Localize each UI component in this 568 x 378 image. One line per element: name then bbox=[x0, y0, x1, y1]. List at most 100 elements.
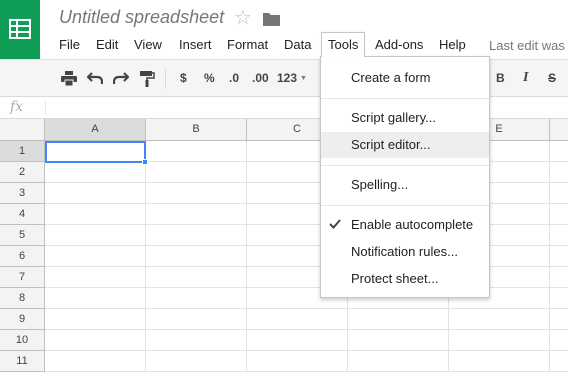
folder-icon[interactable] bbox=[263, 12, 280, 26]
decrease-decimal-button[interactable]: .0 bbox=[229, 70, 239, 86]
grid-cell[interactable] bbox=[550, 330, 568, 351]
undo-icon[interactable] bbox=[87, 71, 103, 85]
more-formats-label: 123 bbox=[277, 71, 298, 85]
menu-item-notification-rules[interactable]: Notification rules... bbox=[321, 239, 489, 265]
increase-decimal-button[interactable]: .00 bbox=[252, 70, 269, 86]
grid-cell[interactable] bbox=[550, 225, 568, 246]
redo-icon[interactable] bbox=[113, 71, 129, 85]
row-header-1[interactable]: 1 bbox=[0, 141, 45, 162]
print-icon[interactable] bbox=[61, 71, 77, 86]
grid-cell[interactable] bbox=[550, 246, 568, 267]
grid-cell[interactable] bbox=[449, 330, 550, 351]
fx-icon: fx bbox=[10, 99, 24, 115]
grid-cell[interactable] bbox=[550, 267, 568, 288]
grid-cell[interactable] bbox=[146, 309, 247, 330]
grid-cell[interactable] bbox=[45, 288, 146, 309]
currency-format-button[interactable]: $ bbox=[180, 70, 187, 86]
menu-bar: File Edit View Insert Format Data Tools … bbox=[0, 32, 568, 58]
grid-cell[interactable] bbox=[146, 246, 247, 267]
menu-data[interactable]: Data bbox=[284, 38, 311, 52]
fill-handle[interactable] bbox=[142, 159, 148, 165]
grid-cell[interactable] bbox=[550, 141, 568, 162]
percent-format-button[interactable]: % bbox=[204, 70, 215, 86]
row-header-5[interactable]: 5 bbox=[0, 225, 45, 246]
grid-cell[interactable] bbox=[550, 183, 568, 204]
grid-cell[interactable] bbox=[45, 183, 146, 204]
menu-item-script-gallery[interactable]: Script gallery... bbox=[321, 105, 489, 131]
menu-item-enable-autocomplete[interactable]: Enable autocomplete bbox=[321, 212, 489, 238]
document-title[interactable]: Untitled spreadsheet bbox=[59, 7, 224, 28]
grid-cell[interactable] bbox=[45, 225, 146, 246]
column-header-f[interactable]: F bbox=[550, 119, 568, 141]
formula-input[interactable] bbox=[45, 101, 46, 115]
menu-divider bbox=[321, 165, 489, 166]
column-header-a[interactable]: A bbox=[45, 119, 146, 141]
row-header-11[interactable]: 11 bbox=[0, 351, 45, 372]
menu-divider bbox=[321, 98, 489, 99]
active-cell-a1[interactable] bbox=[45, 141, 146, 163]
bold-button[interactable]: B bbox=[496, 70, 505, 86]
grid-cell[interactable] bbox=[550, 309, 568, 330]
grid-cell[interactable] bbox=[146, 330, 247, 351]
grid-cell[interactable] bbox=[45, 330, 146, 351]
chevron-down-icon: ▼ bbox=[300, 74, 307, 82]
last-edit-status[interactable]: Last edit was bbox=[489, 38, 565, 53]
grid-cell[interactable] bbox=[550, 288, 568, 309]
grid-cell[interactable] bbox=[45, 309, 146, 330]
row-header-7[interactable]: 7 bbox=[0, 267, 45, 288]
menu-file[interactable]: File bbox=[59, 38, 80, 52]
grid-cell[interactable] bbox=[146, 183, 247, 204]
grid-cell[interactable] bbox=[348, 309, 449, 330]
select-all-corner[interactable] bbox=[0, 119, 45, 141]
grid-cell[interactable] bbox=[146, 162, 247, 183]
strikethrough-button[interactable]: S bbox=[548, 70, 556, 86]
menu-item-spelling[interactable]: Spelling... bbox=[321, 172, 489, 198]
row-header-9[interactable]: 9 bbox=[0, 309, 45, 330]
menu-insert[interactable]: Insert bbox=[179, 38, 212, 52]
menu-item-protect-sheet[interactable]: Protect sheet... bbox=[321, 266, 489, 292]
grid-cell[interactable] bbox=[45, 162, 146, 183]
check-icon bbox=[329, 219, 341, 229]
grid-cell[interactable] bbox=[348, 330, 449, 351]
grid-cell[interactable] bbox=[45, 351, 146, 372]
row-header-2[interactable]: 2 bbox=[0, 162, 45, 183]
grid-cell[interactable] bbox=[550, 351, 568, 372]
menu-format[interactable]: Format bbox=[227, 38, 268, 52]
menu-item-script-editor[interactable]: Script editor... bbox=[321, 132, 489, 158]
grid-cell[interactable] bbox=[45, 246, 146, 267]
grid-cell[interactable] bbox=[45, 204, 146, 225]
autocomplete-label: Enable autocomplete bbox=[351, 217, 474, 232]
menu-edit[interactable]: Edit bbox=[96, 38, 118, 52]
grid-cell[interactable] bbox=[550, 204, 568, 225]
grid-cell[interactable] bbox=[348, 351, 449, 372]
menu-add-ons[interactable]: Add-ons bbox=[375, 38, 423, 52]
italic-button[interactable]: I bbox=[523, 70, 528, 86]
grid-cell[interactable] bbox=[449, 351, 550, 372]
star-icon[interactable]: ☆ bbox=[234, 7, 252, 29]
menu-view[interactable]: View bbox=[134, 38, 162, 52]
grid-cell[interactable] bbox=[146, 225, 247, 246]
grid-cell[interactable] bbox=[146, 351, 247, 372]
grid-cell[interactable] bbox=[146, 288, 247, 309]
grid-cell[interactable] bbox=[247, 351, 348, 372]
tools-menu-dropdown: Create a form Script gallery... Script e… bbox=[320, 56, 490, 298]
grid-cell[interactable] bbox=[45, 267, 146, 288]
grid-cell[interactable] bbox=[247, 330, 348, 351]
row-header-8[interactable]: 8 bbox=[0, 288, 45, 309]
grid-cell[interactable] bbox=[247, 309, 348, 330]
row-header-3[interactable]: 3 bbox=[0, 183, 45, 204]
grid-cell[interactable] bbox=[146, 267, 247, 288]
grid-cell[interactable] bbox=[146, 204, 247, 225]
column-header-b[interactable]: B bbox=[146, 119, 247, 141]
row-header-10[interactable]: 10 bbox=[0, 330, 45, 351]
row-header-6[interactable]: 6 bbox=[0, 246, 45, 267]
grid-cell[interactable] bbox=[146, 141, 247, 162]
row-header-4[interactable]: 4 bbox=[0, 204, 45, 225]
more-formats-button[interactable]: 123 ▼ bbox=[277, 70, 307, 87]
paint-format-icon[interactable] bbox=[140, 71, 155, 87]
menu-tools[interactable]: Tools bbox=[321, 32, 366, 57]
menu-help[interactable]: Help bbox=[439, 38, 466, 52]
menu-item-create-form[interactable]: Create a form bbox=[321, 65, 489, 91]
grid-cell[interactable] bbox=[550, 162, 568, 183]
grid-cell[interactable] bbox=[449, 309, 550, 330]
